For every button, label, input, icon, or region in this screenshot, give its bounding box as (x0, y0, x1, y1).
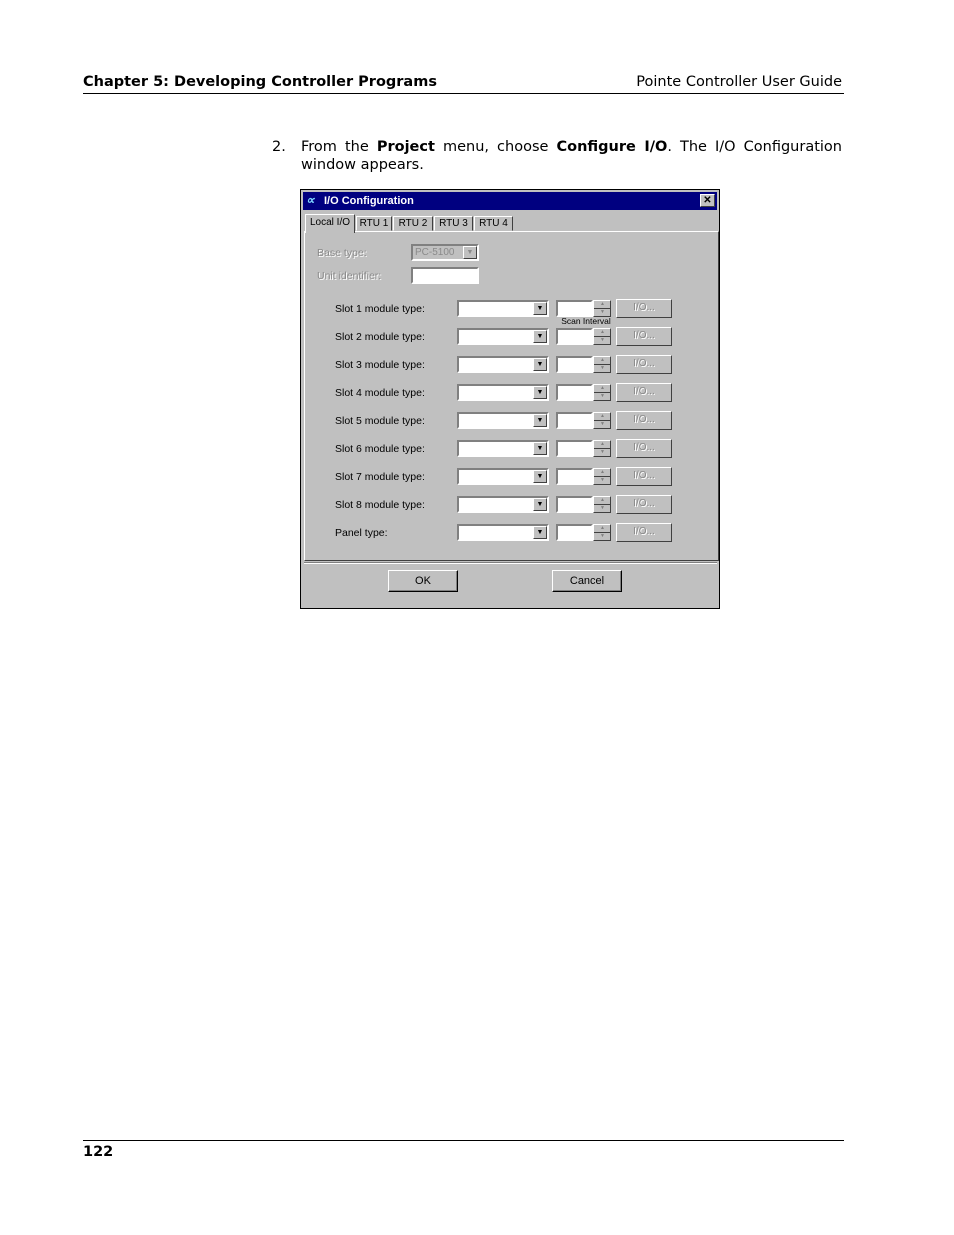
slot-2-io-button[interactable]: I/O... (616, 327, 672, 346)
dialog-divider (304, 562, 717, 564)
slot-2-scan-stepper[interactable]: ▲ ▼ (593, 328, 611, 345)
slot-3-label: Slot 3 module type: (335, 359, 425, 371)
slot-4-module-select[interactable]: ▼ (457, 384, 549, 401)
slot-5-scan-input[interactable] (556, 412, 593, 429)
project-menu-term: Project (376, 139, 435, 155)
panel-type-select[interactable]: ▼ (457, 524, 549, 541)
slot-4-label: Slot 4 module type: (335, 387, 425, 399)
tab-local-io[interactable]: Local I/O (305, 214, 355, 233)
slot-1-module-select[interactable]: ▼ (457, 300, 549, 317)
chevron-down-icon: ▼ (533, 302, 547, 315)
slot-2-module-select[interactable]: ▼ (457, 328, 549, 345)
local-io-panel: Base type: PC-5100 ▼ Unit identifier: Sc… (304, 231, 719, 561)
chevron-down-icon: ▼ (533, 386, 547, 399)
panel-io-button[interactable]: I/O... (616, 523, 672, 542)
slot-6-label: Slot 6 module type: (335, 443, 425, 455)
chevron-down-icon: ▼ (533, 470, 547, 483)
slot-3-io-button[interactable]: I/O... (616, 355, 672, 374)
tab-rtu-4[interactable]: RTU 4 (474, 216, 513, 231)
slot-5-io-button[interactable]: I/O... (616, 411, 672, 430)
slot-1-io-button[interactable]: I/O... (616, 299, 672, 318)
page-number: 122 (83, 1144, 114, 1160)
step-text-part: From the (301, 139, 377, 155)
base-type-label: Base type: (317, 247, 367, 259)
slot-7-scan-stepper[interactable]: ▲ ▼ (593, 468, 611, 485)
slot-1-label: Slot 1 module type: (335, 303, 425, 315)
slot-1-scan-stepper[interactable]: ▲ ▼ (593, 300, 611, 317)
page-header: Chapter 5: Developing Controller Program… (83, 72, 844, 94)
configure-io-term: Configure I/O (556, 139, 668, 155)
slot-6-scan-stepper[interactable]: ▲ ▼ (593, 440, 611, 457)
panel-type-label: Panel type: (335, 527, 388, 539)
step-number: 2. (272, 139, 286, 155)
slot-7-io-button[interactable]: I/O... (616, 467, 672, 486)
chevron-down-icon: ▼ (533, 526, 547, 539)
chevron-down-icon: ▼ (533, 330, 547, 343)
slot-5-module-select[interactable]: ▼ (457, 412, 549, 429)
unit-identifier-input[interactable] (411, 267, 479, 284)
panel-scan-input[interactable] (556, 524, 593, 541)
app-icon: ∝ (306, 193, 315, 207)
base-type-select[interactable]: PC-5100 ▼ (411, 244, 479, 261)
ok-button[interactable]: OK (388, 570, 458, 592)
chapter-title: Chapter 5: Developing Controller Program… (83, 74, 437, 90)
close-icon: ✕ (703, 195, 712, 206)
slot-2-label: Slot 2 module type: (335, 331, 425, 343)
chevron-down-icon: ▼ (533, 414, 547, 427)
slot-8-label: Slot 8 module type: (335, 499, 425, 511)
slot-7-module-select[interactable]: ▼ (457, 468, 549, 485)
slot-8-scan-input[interactable] (556, 496, 593, 513)
guide-title: Pointe Controller User Guide (636, 74, 842, 90)
chevron-down-icon: ▼ (533, 498, 547, 511)
chevron-down-icon: ▼ (463, 246, 477, 259)
tab-rtu-3[interactable]: RTU 3 (434, 216, 473, 231)
io-configuration-dialog: ∝ I/O Configuration ✕ Local I/O RTU 1 RT… (300, 189, 720, 609)
page-footer: 122 (83, 1140, 844, 1160)
slot-3-module-select[interactable]: ▼ (457, 356, 549, 373)
slot-7-label: Slot 7 module type: (335, 471, 425, 483)
slot-7-scan-input[interactable] (556, 468, 593, 485)
slot-1-scan-input[interactable] (556, 300, 593, 317)
slot-4-io-button[interactable]: I/O... (616, 383, 672, 402)
step-text: From the Project menu, choose Configure … (301, 138, 842, 174)
dialog-title: I/O Configuration (324, 195, 414, 207)
slot-8-module-select[interactable]: ▼ (457, 496, 549, 513)
base-type-value: PC-5100 (415, 247, 455, 258)
unit-identifier-label: Unit identifier: (317, 270, 382, 282)
cancel-button[interactable]: Cancel (552, 570, 622, 592)
slot-8-scan-stepper[interactable]: ▲ ▼ (593, 496, 611, 513)
tab-rtu-1[interactable]: RTU 1 (356, 216, 392, 231)
slot-4-scan-stepper[interactable]: ▲ ▼ (593, 384, 611, 401)
slot-6-scan-input[interactable] (556, 440, 593, 457)
slot-5-label: Slot 5 module type: (335, 415, 425, 427)
slot-2-scan-input[interactable] (556, 328, 593, 345)
slot-4-scan-input[interactable] (556, 384, 593, 401)
slot-6-module-select[interactable]: ▼ (457, 440, 549, 457)
slot-3-scan-input[interactable] (556, 356, 593, 373)
slot-8-io-button[interactable]: I/O... (616, 495, 672, 514)
close-button[interactable]: ✕ (700, 194, 715, 207)
slot-5-scan-stepper[interactable]: ▲ ▼ (593, 412, 611, 429)
dialog-titlebar: ∝ I/O Configuration ✕ (303, 192, 717, 210)
step-text-part: menu, choose (434, 139, 557, 155)
slot-6-io-button[interactable]: I/O... (616, 439, 672, 458)
panel-scan-stepper[interactable]: ▲ ▼ (593, 524, 611, 541)
scan-interval-header: Scan Interval (561, 316, 611, 326)
chevron-down-icon: ▼ (533, 358, 547, 371)
tab-rtu-2[interactable]: RTU 2 (393, 216, 433, 231)
slot-3-scan-stepper[interactable]: ▲ ▼ (593, 356, 611, 373)
chevron-down-icon: ▼ (533, 442, 547, 455)
